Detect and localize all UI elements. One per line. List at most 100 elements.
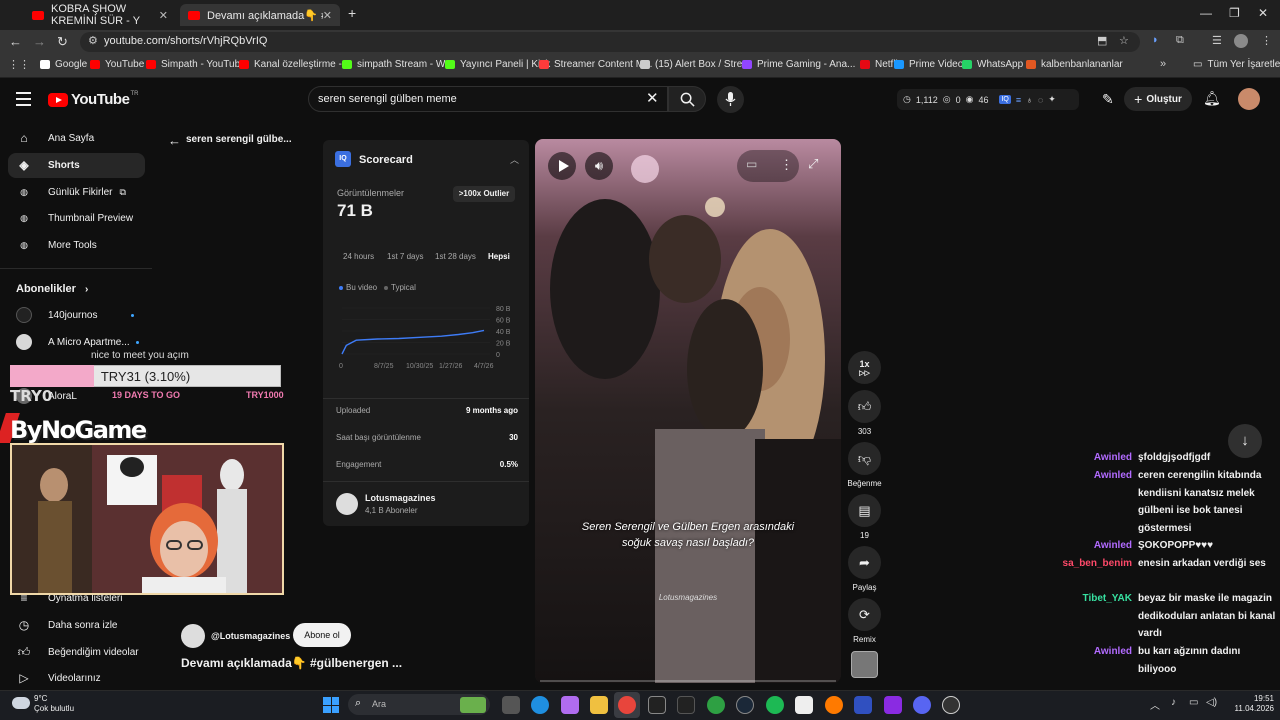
minimize-icon[interactable]: — bbox=[1200, 6, 1212, 20]
captions-icon[interactable]: ▭ bbox=[746, 157, 757, 171]
more-bookmarks-icon[interactable]: » bbox=[1160, 58, 1166, 70]
chat-bubble-icon[interactable]: ◌ bbox=[1038, 95, 1043, 105]
remix-button[interactable]: ⟳ bbox=[848, 598, 881, 631]
subscription-item[interactable]: 140journos bbox=[16, 307, 135, 323]
bookmark-star-icon[interactable]: ☆ bbox=[1119, 34, 1129, 47]
sidebar-item-more-tools[interactable]: ◍ More Tools bbox=[16, 234, 144, 256]
range-tab-all[interactable]: Hepsi bbox=[488, 252, 510, 261]
channel-handle[interactable]: @Lotusmagazines bbox=[211, 631, 290, 641]
bookmark-item[interactable]: YouTube bbox=[90, 59, 144, 70]
steam-icon[interactable] bbox=[736, 696, 754, 714]
copilot-icon[interactable] bbox=[561, 696, 579, 714]
new-tab-icon[interactable]: + bbox=[348, 5, 356, 21]
taskbar-search-placeholder[interactable]: Ara bbox=[372, 699, 386, 709]
capcut-icon[interactable] bbox=[795, 696, 813, 714]
system-clock[interactable]: 19:51 11.04.2026 bbox=[1222, 694, 1274, 714]
bookmark-item[interactable]: Streamer Content M... bbox=[539, 59, 652, 70]
channel-avatar[interactable] bbox=[181, 624, 205, 648]
tab-kobra[interactable]: KOBRA ŞHOW KREMİNİ SÜR - Y ✕ bbox=[24, 3, 176, 27]
comments-button[interactable]: ▤ bbox=[848, 494, 881, 527]
bookmark-item[interactable]: Simpath - YouTube bbox=[146, 59, 246, 70]
bookmark-item[interactable]: simpath Stream - W... bbox=[342, 59, 453, 70]
notifications-bell-icon[interactable]: 🔔︎ bbox=[1203, 90, 1221, 107]
extension-icon[interactable]: ◗ bbox=[1152, 34, 1159, 46]
hamburger-menu-icon[interactable] bbox=[16, 92, 31, 110]
weather-cloud-icon[interactable] bbox=[12, 697, 30, 709]
twitch-icon[interactable] bbox=[884, 696, 902, 714]
chrome-icon[interactable] bbox=[618, 696, 636, 714]
sidebar-item-ideas[interactable]: ◍ Günlük Fikirler ⧉ bbox=[16, 181, 144, 203]
sidebar-item-your-videos[interactable]: ▷ Videolarınız bbox=[16, 667, 144, 689]
back-arrow-icon[interactable]: ← bbox=[168, 133, 181, 148]
iq-icon[interactable]: IQ bbox=[999, 95, 1011, 104]
amazon-games-icon[interactable] bbox=[677, 696, 695, 714]
chevron-up-icon[interactable]: ︿ bbox=[510, 153, 519, 166]
extension-stats-bar[interactable]: ◷ 1,112 ◎ 0 ◉ 46 IQ ≡ ♁ ◌ ✦ bbox=[897, 89, 1079, 110]
sidebar-item-home[interactable]: ⌂ Ana Sayfa bbox=[16, 127, 144, 149]
file-explorer-icon[interactable] bbox=[590, 696, 608, 714]
chat-username[interactable]: Awinled bbox=[1020, 643, 1138, 678]
network-icon[interactable]: ▭ bbox=[1189, 697, 1198, 708]
chat-username[interactable]: Awinled bbox=[1020, 467, 1138, 537]
bookmark-item[interactable]: Prime Video bbox=[894, 59, 963, 70]
discord-icon[interactable] bbox=[913, 696, 931, 714]
bookmark-item[interactable]: Yayıncı Paneli | Kick bbox=[445, 59, 550, 70]
profile-avatar[interactable] bbox=[1234, 34, 1248, 48]
epic-games-icon[interactable] bbox=[648, 696, 666, 714]
chat-username[interactable]: Awinled bbox=[1020, 537, 1138, 555]
play-button[interactable] bbox=[548, 152, 576, 180]
account-avatar[interactable] bbox=[1238, 88, 1260, 110]
bookmark-item[interactable]: Google bbox=[40, 59, 87, 70]
windows-start-icon[interactable] bbox=[323, 697, 339, 713]
subscriptions-header[interactable]: Abonelikler › bbox=[16, 283, 88, 295]
channel-avatar[interactable] bbox=[336, 493, 358, 515]
range-tab-28d[interactable]: 1st 28 days bbox=[435, 252, 476, 261]
video-progress-bar[interactable] bbox=[540, 680, 836, 682]
url-text[interactable]: youtube.com/shorts/rVhjRQbVrIQ bbox=[104, 35, 267, 47]
reading-list-icon[interactable]: ☰ bbox=[1212, 34, 1222, 47]
studio-icon[interactable]: ✎ bbox=[1102, 91, 1114, 108]
voice-search-button[interactable] bbox=[717, 86, 744, 113]
install-icon[interactable]: ⬒ bbox=[1097, 34, 1107, 47]
create-button[interactable]: + Oluştur bbox=[1124, 87, 1192, 111]
weather-widget[interactable]: 9°C Çok bulutlu bbox=[34, 694, 74, 714]
subscribe-button[interactable]: Abone ol bbox=[293, 623, 351, 647]
channel-name[interactable]: Lotusmagazines bbox=[365, 493, 436, 503]
maximize-icon[interactable]: ❐ bbox=[1229, 6, 1240, 20]
forward-icon[interactable]: → bbox=[33, 34, 46, 49]
chat-username[interactable]: Awinled bbox=[1020, 449, 1138, 467]
playback-speed-button[interactable]: 1x ▷▷ bbox=[848, 351, 881, 384]
sidebar-item-watch-later[interactable]: ◷ Daha sonra izle bbox=[16, 614, 144, 636]
range-tab-7d[interactable]: 1st 7 days bbox=[387, 252, 423, 261]
bookmark-item[interactable]: (15) Alert Box / Stre... bbox=[640, 59, 751, 70]
audio-thumbnail[interactable] bbox=[851, 651, 878, 678]
clear-search-icon[interactable]: ✕ bbox=[646, 89, 659, 107]
share-button[interactable]: ➦ bbox=[848, 546, 881, 579]
bookmark-item[interactable]: Prime Gaming - Ana... bbox=[742, 59, 855, 70]
dislike-button[interactable]: 👎︎ bbox=[848, 442, 881, 475]
more-options-icon[interactable]: ⋮ bbox=[780, 157, 793, 173]
task-view-icon[interactable] bbox=[502, 696, 520, 714]
bookmark-item[interactable]: WhatsApp bbox=[962, 59, 1023, 70]
chat-username[interactable]: Tibet_YAK bbox=[1020, 590, 1138, 643]
list-icon[interactable]: ≡ bbox=[1016, 95, 1021, 105]
microphone-tray-icon[interactable]: ♪ bbox=[1171, 697, 1176, 708]
sidebar-item-liked[interactable]: 👍︎ Beğendiğim videolar bbox=[16, 641, 144, 663]
xbox-icon[interactable] bbox=[707, 696, 725, 714]
bookmark-item[interactable]: Kanal özelleştirme -... bbox=[239, 59, 350, 70]
extensions-puzzle-icon[interactable]: ⧉ bbox=[1176, 34, 1184, 47]
app-icon[interactable] bbox=[854, 696, 872, 714]
bookmark-item[interactable]: kalbenbanlananlar bbox=[1026, 59, 1123, 70]
menu-dots-icon[interactable]: ⋮ bbox=[1261, 34, 1272, 47]
video-title[interactable]: Devamı açıklamada👇 #gülbenergen ... bbox=[181, 656, 402, 670]
sidebar-item-shorts[interactable]: ◈ Shorts bbox=[16, 154, 144, 176]
back-icon[interactable]: ← bbox=[9, 34, 22, 49]
volume-tray-icon[interactable]: ◁) bbox=[1206, 697, 1217, 708]
range-tab-24h[interactable]: 24 hours bbox=[343, 252, 374, 261]
apps-grid-icon[interactable]: ⋮⋮ bbox=[8, 58, 30, 71]
app-icon[interactable] bbox=[825, 696, 843, 714]
youtube-logo[interactable]: YouTube TR bbox=[48, 91, 138, 108]
fullscreen-icon[interactable]: ⤢ bbox=[808, 156, 818, 172]
bulb-icon[interactable]: ♁ bbox=[1026, 95, 1033, 105]
close-tab-icon[interactable]: ✕ bbox=[323, 9, 332, 22]
